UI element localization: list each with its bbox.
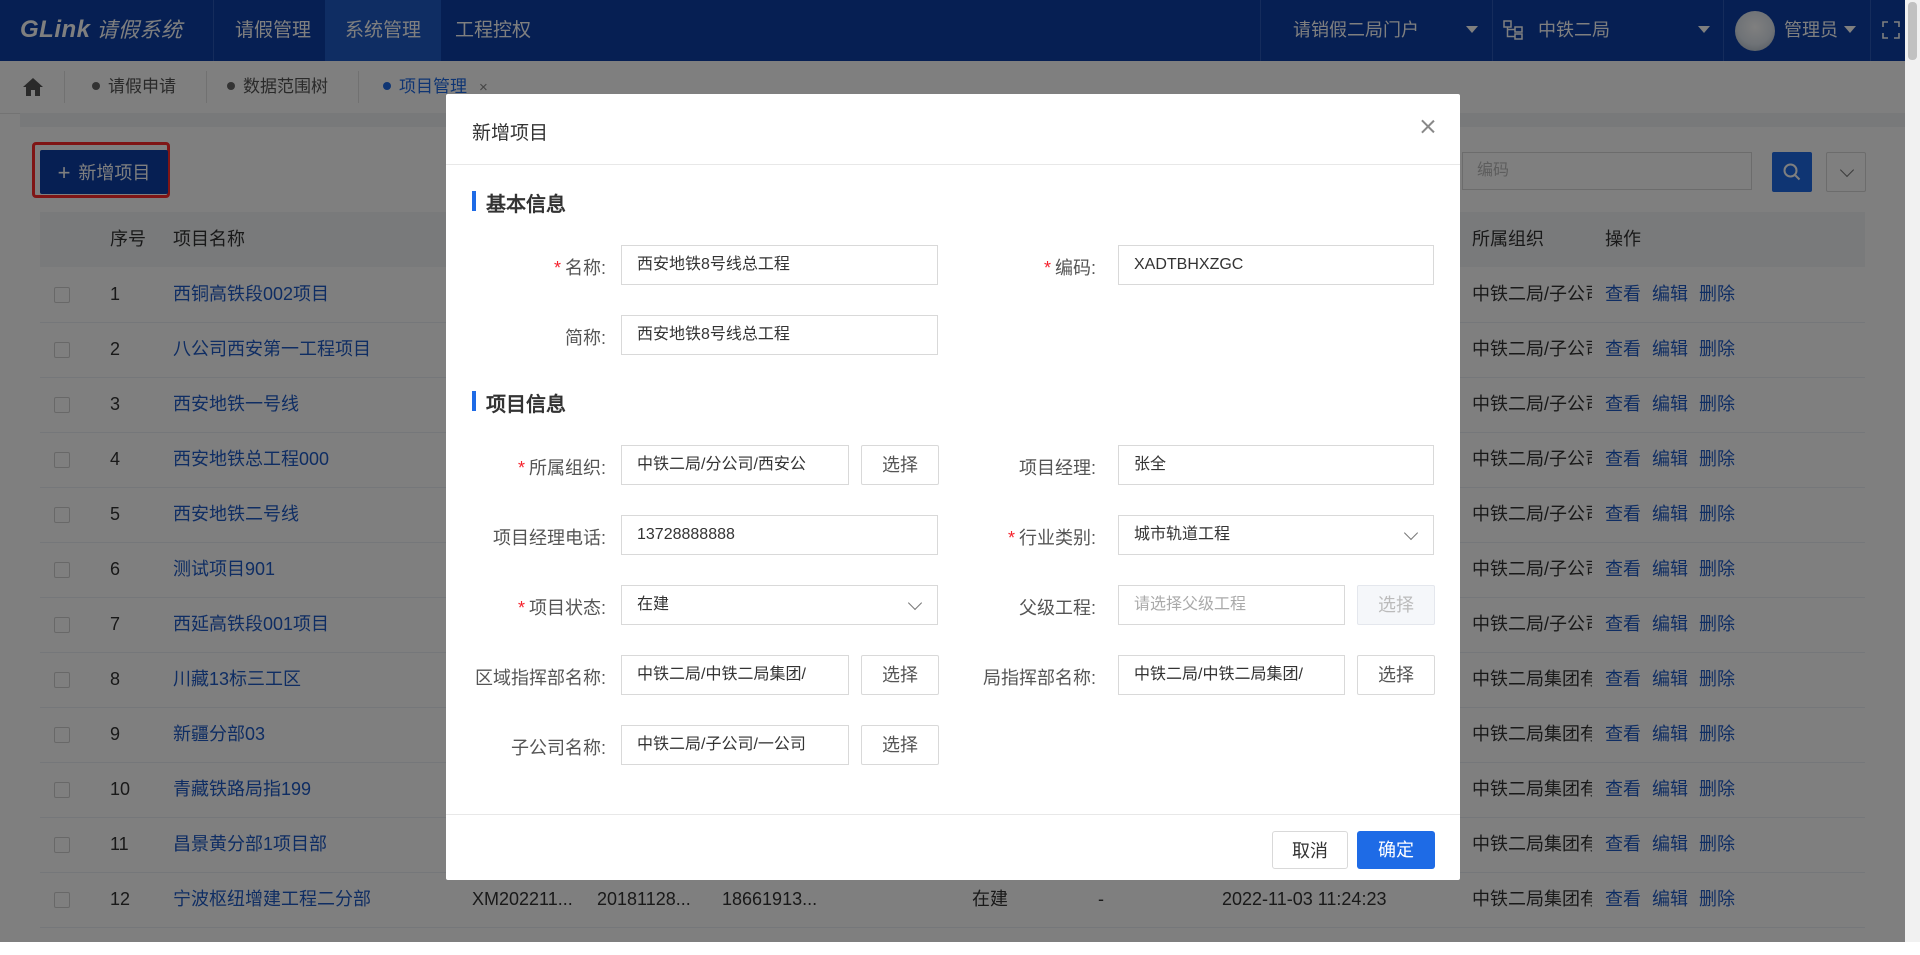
region-hq-input[interactable]: 中铁二局/中铁二局集团/ — [621, 655, 849, 695]
name-input[interactable]: 西安地铁8号线总工程 — [621, 245, 938, 285]
confirm-button[interactable]: 确定 — [1357, 831, 1435, 869]
bureau-hq-input[interactable]: 中铁二局/中铁二局集团/ — [1118, 655, 1345, 695]
industry-label: * 行业类别: — [1007, 528, 1096, 548]
subsidiary-label: 子公司名称: — [510, 738, 606, 758]
status-label: * 项目状态: — [517, 598, 606, 618]
phone-input[interactable]: 13728888888 — [621, 515, 938, 555]
parent-project-select-button: 选择 — [1357, 585, 1435, 625]
section-project-info: 项目信息 — [472, 388, 566, 417]
short-name-label: 简称: — [564, 328, 606, 348]
bureau-hq-select-button[interactable]: 选择 — [1357, 655, 1435, 695]
scrollbar-thumb[interactable] — [1908, 2, 1917, 60]
parent-project-label: 父级工程: — [1018, 598, 1096, 618]
section-basic-info: 基本信息 — [472, 188, 566, 217]
code-input[interactable]: XADTBHXZGC — [1118, 245, 1434, 285]
org-label: * 所属组织: — [517, 458, 606, 478]
cancel-button[interactable]: 取消 — [1272, 831, 1348, 869]
org-select-button[interactable]: 选择 — [861, 445, 939, 485]
manager-label: 项目经理: — [1018, 458, 1096, 478]
subsidiary-select-button[interactable]: 选择 — [861, 725, 939, 765]
status-select[interactable]: 在建 — [621, 585, 938, 625]
industry-select[interactable]: 城市轨道工程 — [1118, 515, 1434, 555]
bureau-hq-label: 局指挥部名称: — [982, 668, 1096, 688]
subsidiary-input[interactable]: 中铁二局/子公司/一公司 — [621, 725, 849, 765]
parent-project-input[interactable]: 请选择父级工程 — [1118, 585, 1345, 625]
name-label: * 名称: — [553, 258, 606, 278]
org-input[interactable]: 中铁二局/分公司/西安公 — [621, 445, 849, 485]
code-label: * 编码: — [1043, 258, 1096, 278]
manager-input[interactable]: 张全 — [1118, 445, 1434, 485]
phone-label: 项目经理电话: — [492, 528, 606, 548]
add-project-dialog: 新增项目 基本信息 * 名称: 西安地铁8号线总工程 * 编码: XADTBHXZG… — [446, 94, 1460, 880]
dialog-title: 新增项目 — [472, 123, 549, 144]
short-name-input[interactable]: 西安地铁8号线总工程 — [621, 315, 938, 355]
region-hq-select-button[interactable]: 选择 — [861, 655, 939, 695]
close-icon[interactable] — [1416, 115, 1440, 139]
scrollbar[interactable] — [1905, 0, 1920, 942]
region-hq-label: 区域指挥部名称: — [474, 668, 606, 688]
